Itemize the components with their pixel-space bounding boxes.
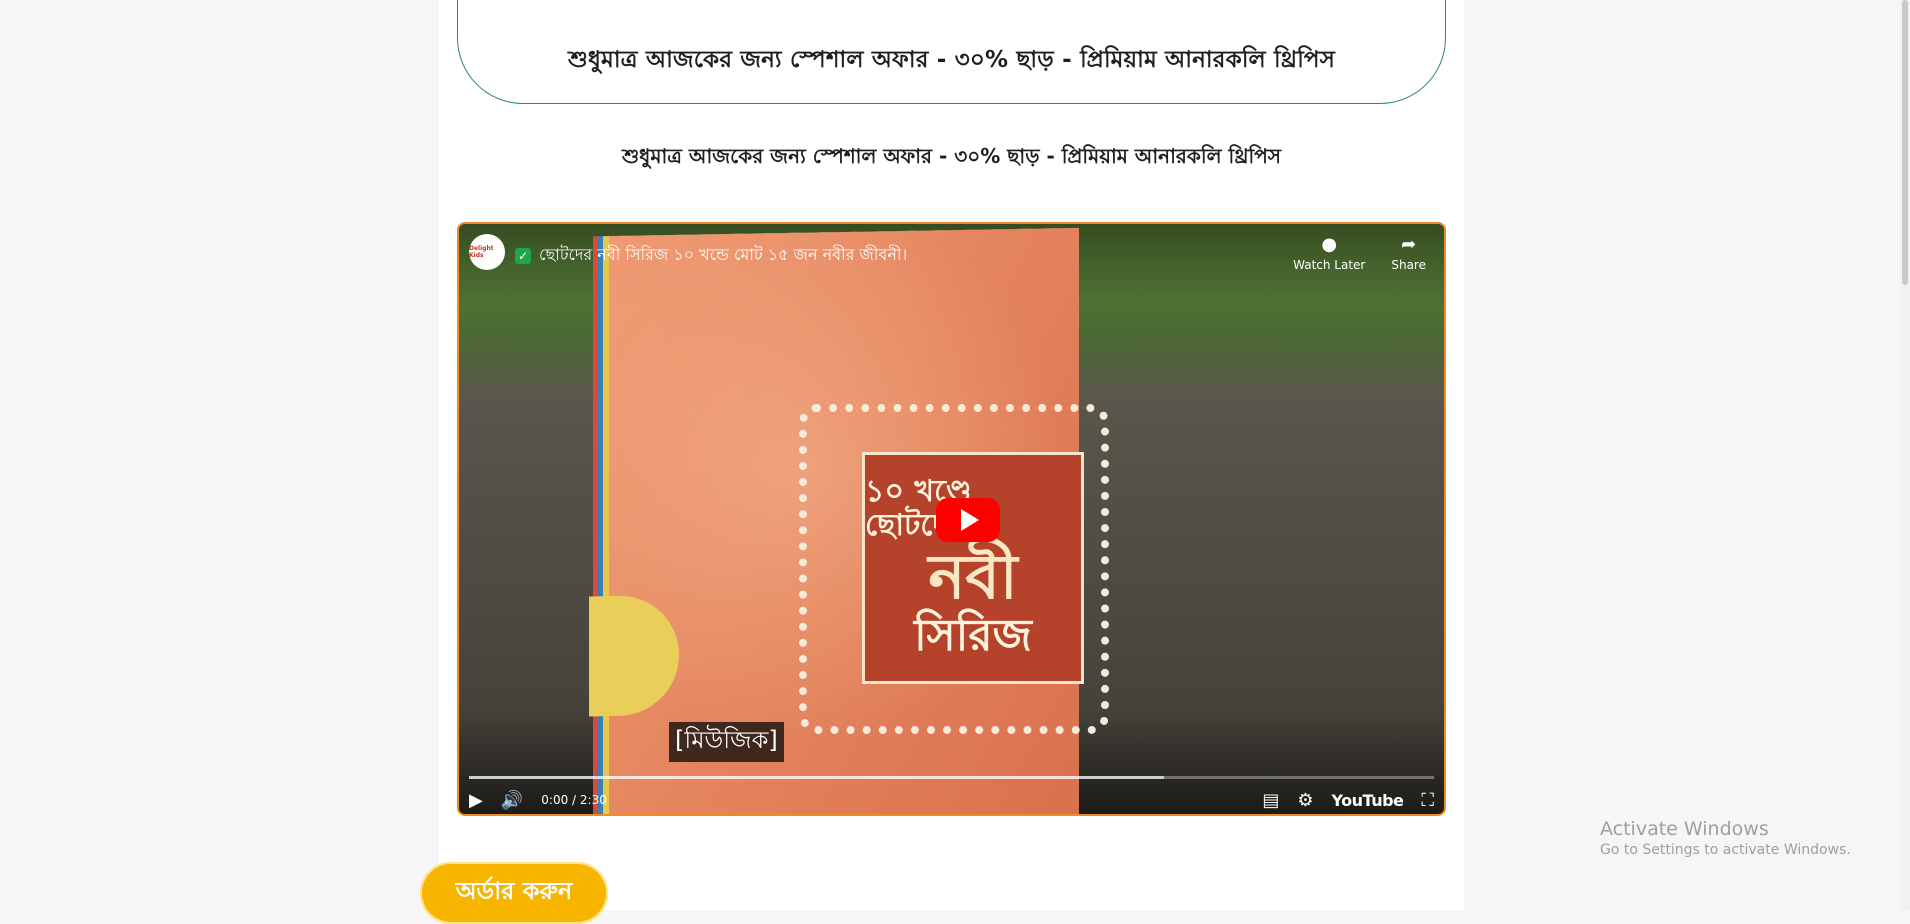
activate-subtitle: Go to Settings to activate Windows. (1600, 842, 1851, 858)
play-icon[interactable]: ▶ (469, 790, 483, 811)
gear-icon[interactable]: ⚙ (1297, 790, 1313, 811)
page-scrollbar[interactable] (1900, 0, 1910, 910)
landing-page: শুধুমাত্র আজকের জন্য স্পেশাল অফার - ৩০% … (439, 0, 1464, 910)
channel-avatar-label: Delight Kids (469, 245, 494, 259)
big-play-button[interactable] (936, 498, 1000, 542)
progress-bar[interactable] (469, 776, 1434, 779)
time-display: 0:00 / 2:30 (541, 793, 607, 807)
order-button[interactable]: অর্ডার করুন (420, 862, 608, 924)
scrollbar-thumb[interactable] (1902, 0, 1908, 285)
volume-icon[interactable]: 🔊 (501, 790, 523, 811)
video-corner-actions: ● Watch Later ➦ Share (1293, 234, 1426, 273)
cover-title-panel: ১০ খণ্ডে ছোটদের নবী সিরিজ (862, 452, 1084, 684)
windows-activation-watermark: Activate Windows Go to Settings to activ… (1600, 818, 1851, 858)
subtitles-icon[interactable]: ▤ (1262, 790, 1279, 811)
video-title[interactable]: ছোটদের নবী সিরিজ ১০ খন্ডে মোট ১৫ জন নবীর… (539, 242, 907, 269)
cover-title-line2: নবী (928, 540, 1018, 613)
share-button[interactable]: ➦ Share (1391, 234, 1426, 273)
video-title-row[interactable]: ✓ ছোটদের নবী সিরিজ ১০ খন্ডে মোট ১৫ জন নব… (515, 242, 907, 269)
offer-subheading: শুধুমাত্র আজকের জন্য স্পেশাল অফার - ৩০% … (621, 144, 1282, 168)
watch-later-label: Watch Later (1293, 258, 1366, 272)
activate-title: Activate Windows (1600, 818, 1769, 840)
channel-avatar[interactable]: Delight Kids (469, 234, 505, 270)
check-icon: ✓ (515, 247, 531, 264)
offer-banner: শুধুমাত্র আজকের জন্য স্পেশাল অফার - ৩০% … (457, 0, 1446, 104)
book-cutout (589, 594, 679, 717)
youtube-logo[interactable]: YouTube (1332, 791, 1404, 810)
banner-title: শুধুমাত্র আজকের জন্য স্পেশাল অফার - ৩০% … (567, 47, 1336, 73)
video-controls: ▶ 🔊 0:00 / 2:30 ▤ ⚙ YouTube ⛶ (469, 782, 1434, 814)
fullscreen-icon[interactable]: ⛶ (1421, 790, 1434, 811)
video-player[interactable]: ১০ খণ্ডে ছোটদের নবী সিরিজ Delight Kids ✓… (457, 222, 1446, 816)
share-label: Share (1391, 258, 1426, 272)
share-icon: ➦ (1401, 234, 1417, 255)
clock-icon: ● (1321, 234, 1338, 255)
progress-buffer (469, 776, 1164, 779)
watch-later-button[interactable]: ● Watch Later (1293, 234, 1366, 273)
video-caption: [মিউজিক] (669, 722, 784, 762)
cover-title-line3: সিরিজ (914, 610, 1032, 661)
